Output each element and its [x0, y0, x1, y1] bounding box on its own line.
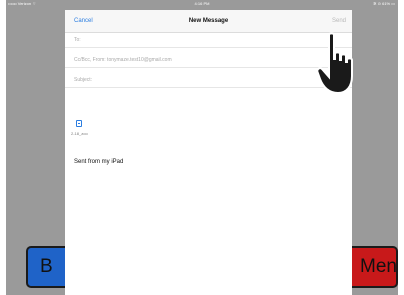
- document-icon: [76, 120, 82, 127]
- clock: 4:16 PM: [194, 1, 210, 6]
- cc-bcc-from-field[interactable]: Cc/Bcc, From: tonymaze.test10@gmail.com: [65, 52, 352, 68]
- compose-nav-bar: Cancel New Message Send: [65, 10, 352, 33]
- hand-pointer-icon: [317, 32, 353, 95]
- background-left-button-label: B: [40, 256, 53, 277]
- attachment[interactable]: 2-18_zoo: [71, 120, 101, 144]
- to-field[interactable]: To:: [65, 32, 352, 48]
- subject-field-label: Subject:: [74, 77, 93, 83]
- subject-field[interactable]: Subject:: [65, 72, 352, 88]
- compose-title: New Message: [188, 18, 229, 24]
- attachment-name: 2-18_zoo: [71, 131, 88, 136]
- new-message-sheet: Cancel New Message Send To: Cc/Bcc, From…: [65, 10, 352, 295]
- cc-bcc-from-label: Cc/Bcc, From: tonymaze.test10@gmail.com: [74, 57, 172, 63]
- to-field-label: To:: [74, 37, 81, 43]
- background-menu-button-label: Menu: [360, 256, 398, 277]
- message-body-signature[interactable]: Sent from my iPad: [74, 159, 123, 165]
- status-bar: •••oo Verizon ⌔ 4:16 PM ✲ ⊙ 61% ▭: [6, 0, 398, 8]
- send-button[interactable]: Send: [332, 10, 346, 32]
- battery-indicator: ✲ ⊙ 61% ▭: [373, 1, 395, 6]
